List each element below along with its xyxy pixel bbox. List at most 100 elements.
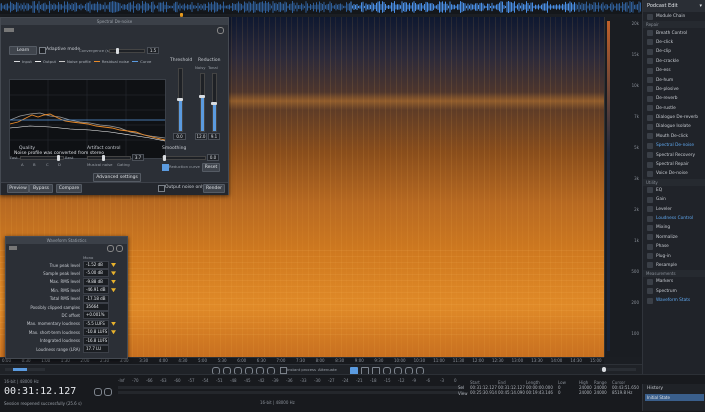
module-item[interactable]: Dialogue De-reverb (643, 113, 705, 122)
frequency-ruler[interactable]: 20k 15k 10k 7k 5k 3k 2k 1k 500 200 100 (604, 17, 643, 357)
module-item[interactable]: EQ (643, 186, 705, 195)
jump-to-icon[interactable] (111, 279, 116, 284)
module-item[interactable]: De-plosive (643, 85, 705, 94)
artifact-control-value[interactable]: 3.7 (132, 154, 144, 161)
chevron-down-icon[interactable]: ▾ (699, 3, 702, 9)
view-value[interactable]: 8519.8 Hz (612, 390, 639, 395)
module-item[interactable]: Spectral Repair (643, 160, 705, 169)
noisy-value[interactable]: 12.0 (195, 133, 207, 140)
vertical-zoom-thumb[interactable] (602, 367, 606, 372)
module-item[interactable]: De-crackle (643, 57, 705, 66)
module-icon (647, 123, 653, 130)
module-item[interactable]: Spectral De-noise (643, 141, 705, 150)
vertical-zoom-slider[interactable] (600, 367, 636, 372)
advanced-settings-button[interactable]: Advanced settings (93, 173, 141, 182)
waveform-overview[interactable] (0, 0, 642, 14)
module-item[interactable]: De-clip (643, 47, 705, 56)
module-section-header[interactable]: Measurements (643, 270, 705, 278)
threshold-thumb[interactable] (177, 98, 183, 101)
noisy-reduction-slider[interactable] (199, 73, 205, 132)
help-icon[interactable] (116, 245, 123, 252)
module-item[interactable]: Waveform Stats (643, 296, 705, 305)
legend-swatch (14, 60, 20, 63)
artifact-control-thumb[interactable] (102, 155, 105, 161)
preset-header[interactable]: Podcast Edit ▾ (643, 0, 705, 12)
module-item[interactable]: Spectral Recovery (643, 150, 705, 159)
module-section-header[interactable]: Repair (643, 21, 705, 29)
smoothing-slider[interactable] (162, 155, 206, 161)
module-item[interactable]: Phase (643, 242, 705, 251)
module-item[interactable]: Breath Control (643, 28, 705, 37)
compare-button[interactable]: Compare (56, 184, 82, 193)
help-icon[interactable] (217, 27, 224, 34)
module-icon (647, 297, 653, 304)
noisy-reduction-thumb[interactable] (199, 95, 205, 98)
jump-to-icon[interactable] (111, 288, 116, 293)
attenuate-dropdown[interactable]: Attenuate (318, 367, 337, 372)
module-item[interactable]: De-rustle (643, 104, 705, 113)
module-item[interactable]: Loudness Control (643, 214, 705, 223)
history-item[interactable]: Initial State (645, 394, 704, 401)
bypass-button[interactable]: Bypass (29, 184, 53, 193)
module-item[interactable]: De-hum (643, 75, 705, 84)
jump-to-icon[interactable] (111, 263, 116, 267)
waveform-statistics-dialog: Waveform Statistics Mono True peak level… (5, 236, 128, 359)
adaptive-mode-checkbox[interactable] (39, 47, 46, 54)
play-icon[interactable] (94, 388, 102, 396)
module-item[interactable]: Normalize (643, 233, 705, 242)
jump-to-icon[interactable] (111, 330, 116, 335)
module-chain-item[interactable]: Module Chain (643, 12, 705, 21)
artifact-control-slider[interactable] (87, 155, 131, 161)
view-value[interactable]: 24000 (579, 390, 592, 395)
timecode-display[interactable]: 00:31:12.127 (4, 386, 76, 397)
tonal-value[interactable]: 9.1 (208, 133, 220, 140)
tonal-reduction-thumb[interactable] (211, 102, 217, 105)
module-item[interactable]: De-click (643, 38, 705, 47)
render-button[interactable]: Render (203, 184, 225, 193)
convergence-value[interactable]: 1.5 (147, 47, 159, 54)
module-item[interactable]: De-reverb (643, 94, 705, 103)
settings-icon[interactable] (107, 245, 114, 252)
module-item[interactable]: Voice De-noise (643, 169, 705, 178)
instant-process-checkbox[interactable] (280, 367, 287, 374)
quality-slider[interactable] (20, 155, 64, 161)
module-item[interactable]: Spectrum (643, 287, 705, 296)
module-item[interactable]: Gain (643, 195, 705, 204)
view-value[interactable]: 00:45:14.090 (498, 390, 525, 395)
view-value[interactable]: 00:19:43.146 (526, 390, 553, 395)
reset-button[interactable]: Reset (202, 163, 220, 172)
quality-slider-thumb[interactable] (57, 155, 60, 161)
threshold-slider[interactable] (177, 68, 183, 132)
module-section-header[interactable]: Utility (643, 178, 705, 186)
module-label: De-plosive (656, 86, 679, 92)
learn-button[interactable]: Learn (9, 46, 37, 55)
smoothing-value[interactable]: 0.0 (207, 154, 219, 161)
convergence-slider[interactable] (109, 48, 145, 54)
convergence-slider-thumb[interactable] (116, 48, 119, 54)
output-noise-only-checkbox[interactable] (158, 185, 165, 192)
view-value[interactable]: 24000 (594, 390, 607, 395)
module-icon (647, 288, 653, 295)
zoom-scrollbar[interactable] (5, 368, 45, 371)
tonal-reduction-slider[interactable] (211, 73, 217, 132)
module-item[interactable]: Mouth De-click (643, 132, 705, 141)
smoothing-thumb[interactable] (163, 155, 166, 161)
zoom-scrollbar-thumb[interactable] (13, 368, 27, 371)
preview-button[interactable]: Preview (7, 184, 29, 193)
module-item[interactable]: Markers (643, 277, 705, 286)
view-value[interactable]: 00:25:30.914 (470, 390, 497, 395)
jump-to-icon[interactable] (111, 271, 116, 276)
record-icon[interactable] (104, 388, 112, 396)
view-value[interactable]: 0 (558, 390, 566, 395)
jump-to-icon[interactable] (111, 321, 116, 326)
selection-column: Length 00:00:00.000 00:19:43.146 (526, 380, 553, 395)
module-item[interactable]: Mixing (643, 223, 705, 232)
module-item[interactable]: Resample (643, 261, 705, 270)
module-item[interactable]: Leveler (643, 204, 705, 213)
module-item[interactable]: Plug-in (643, 251, 705, 260)
reduction-curve-checkbox[interactable] (162, 164, 169, 171)
module-item[interactable]: Dialogue Isolate (643, 122, 705, 131)
threshold-value[interactable]: 0.0 (173, 133, 186, 140)
frequency-tick: 5k (634, 145, 639, 150)
module-item[interactable]: De-ess (643, 66, 705, 75)
